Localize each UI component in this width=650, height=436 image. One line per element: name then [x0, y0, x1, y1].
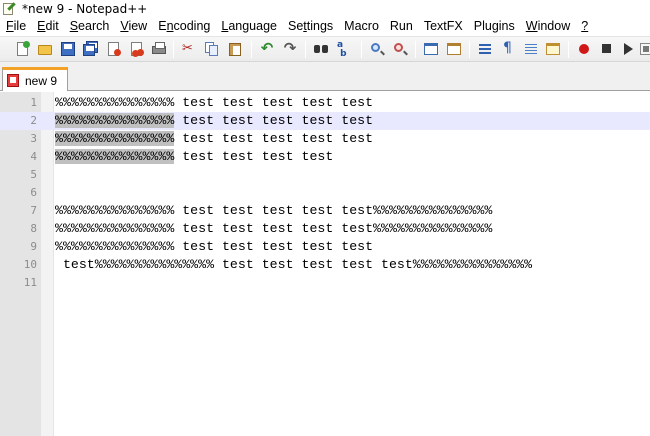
selected-text: %%%%%%%%%%%%%%% — [55, 113, 175, 128]
menu-view[interactable]: View — [115, 17, 153, 36]
find-icon[interactable] — [313, 41, 329, 57]
line-text[interactable]: test%%%%%%%%%%%%%%% test test test test … — [55, 256, 532, 274]
line-number: 9 — [30, 240, 37, 253]
sync-horizontal-icon[interactable] — [446, 41, 462, 57]
line-number: 2 — [30, 114, 37, 127]
toolbar-separator — [361, 41, 362, 58]
line-number: 3 — [30, 132, 37, 145]
close-all-icon[interactable] — [129, 41, 145, 57]
replace-icon[interactable]: a b — [337, 41, 353, 59]
toolbar-separator — [305, 41, 306, 58]
line-text[interactable]: %%%%%%%%%%%%%%% test test test test test… — [55, 220, 492, 238]
redo-icon[interactable]: ↷ — [282, 40, 298, 57]
save-all-icon[interactable] — [83, 41, 99, 57]
line-number: 6 — [30, 186, 37, 199]
playback-icon[interactable] — [620, 41, 636, 57]
title-bar: *new 9 - Notepad++ — [0, 0, 650, 17]
editor-line[interactable]: 1 %%%%%%%%%%%%%%% test test test test te… — [0, 94, 650, 112]
line-number: 7 — [30, 204, 37, 217]
menu-run[interactable]: Run — [384, 17, 418, 36]
menu-textfx[interactable]: TextFX — [418, 17, 468, 36]
line-text[interactable]: %%%%%%%%%%%%%%% test test test test test — [55, 130, 373, 148]
zoom-in-icon[interactable] — [369, 41, 385, 57]
editor-line[interactable]: 4 %%%%%%%%%%%%%%% test test test test — [0, 148, 650, 166]
line-number: 5 — [30, 168, 37, 181]
line-text[interactable]: %%%%%%%%%%%%%%% test test test test — [55, 148, 333, 166]
print-icon[interactable] — [151, 41, 167, 57]
menu-language[interactable]: Language — [216, 17, 283, 36]
editor-line[interactable]: 10 test%%%%%%%%%%%%%%% test test test te… — [0, 256, 650, 274]
editor-line[interactable]: 7 %%%%%%%%%%%%%%% test test test test te… — [0, 202, 650, 220]
line-text[interactable]: %%%%%%%%%%%%%%% test test test test test — [55, 112, 373, 130]
toolbar: ✂ ↶ ↷ a b ¶ — [0, 36, 650, 62]
menu-window[interactable]: Window — [520, 17, 575, 36]
line-number: 1 — [30, 96, 37, 109]
line-number: 4 — [30, 150, 37, 163]
window-title: *new 9 - Notepad++ — [22, 1, 148, 16]
user-language-icon[interactable] — [545, 41, 561, 57]
indent-guide-icon[interactable] — [523, 41, 539, 57]
toolbar-separator — [469, 41, 470, 58]
toolbar-separator — [568, 41, 569, 58]
save-icon[interactable] — [60, 41, 76, 57]
line-number: 10 — [23, 258, 37, 271]
editor-line[interactable]: 5 — [0, 166, 650, 184]
tab-bar: new 9 — [0, 62, 650, 91]
unsaved-file-icon — [7, 74, 19, 87]
menu-edit[interactable]: Edit — [32, 17, 65, 36]
undo-icon[interactable]: ↶ — [259, 40, 275, 57]
editor-line[interactable]: 9 %%%%%%%%%%%%%%% test test test test te… — [0, 238, 650, 256]
toolbar-separator — [415, 41, 416, 58]
show-all-chars-icon[interactable]: ¶ — [500, 40, 516, 57]
new-file-icon[interactable] — [15, 41, 31, 57]
line-text[interactable]: %%%%%%%%%%%%%%% test test test test test — [55, 238, 373, 256]
editor-line[interactable]: 8 %%%%%%%%%%%%%%% test test test test te… — [0, 220, 650, 238]
toolbar-separator — [251, 41, 252, 58]
toolbar-separator — [173, 41, 174, 58]
paste-icon[interactable] — [227, 41, 243, 57]
menu-plugins[interactable]: Plugins — [468, 17, 520, 36]
tab-label: new 9 — [25, 73, 58, 88]
sync-vertical-icon[interactable] — [423, 41, 439, 57]
menu-settings[interactable]: Settings — [282, 17, 338, 36]
line-text[interactable]: %%%%%%%%%%%%%%% test test test test test… — [55, 202, 492, 220]
tab-new-9[interactable]: new 9 — [2, 67, 68, 91]
zoom-out-icon[interactable] — [392, 41, 408, 57]
menu-macro[interactable]: Macro — [339, 17, 385, 36]
cut-icon[interactable]: ✂ — [180, 41, 196, 57]
line-number: 8 — [30, 222, 37, 235]
menu-help[interactable]: ? — [576, 17, 594, 36]
line-text[interactable]: %%%%%%%%%%%%%%% test test test test test — [55, 94, 373, 112]
selected-text: %%%%%%%%%%%%%%% — [55, 131, 175, 146]
selected-text: %%%%%%%%%%%%%%% — [55, 149, 175, 164]
editor-line[interactable]: 3 %%%%%%%%%%%%%%% test test test test te… — [0, 130, 650, 148]
editor-line-current[interactable]: 2 %%%%%%%%%%%%%%% test test test test te… — [0, 112, 650, 130]
copy-icon[interactable] — [204, 41, 220, 57]
menu-file[interactable]: File — [0, 17, 32, 36]
menu-bar: File Edit Search View Encoding Language … — [0, 17, 650, 36]
notepad-plus-plus-icon — [2, 1, 16, 16]
record-macro-icon[interactable] — [576, 41, 592, 57]
word-wrap-icon[interactable] — [477, 41, 493, 57]
editor[interactable]: 1 %%%%%%%%%%%%%%% test test test test te… — [0, 92, 650, 436]
editor-line[interactable]: 11 — [0, 274, 650, 292]
editor-line[interactable]: 6 — [0, 184, 650, 202]
close-icon[interactable] — [106, 41, 122, 57]
menu-search[interactable]: Search — [64, 17, 115, 36]
line-number: 11 — [23, 276, 37, 289]
save-macro-icon[interactable] — [638, 41, 650, 57]
menu-encoding[interactable]: Encoding — [153, 17, 216, 36]
stop-record-icon[interactable] — [599, 41, 615, 57]
open-file-icon[interactable] — [37, 41, 53, 57]
